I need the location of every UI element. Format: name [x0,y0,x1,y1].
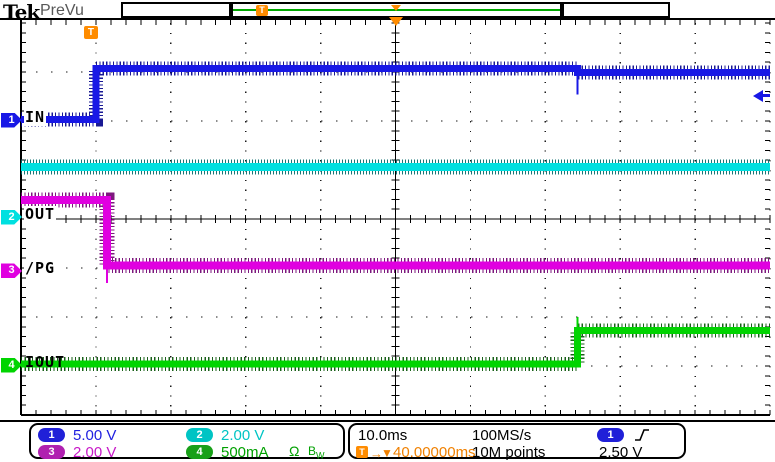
trigger-delay-icon: T [356,446,368,458]
ch3-badge: 3 [38,445,65,459]
plot-overlay: 1 IN 2 OUT 3/PG 4 IOUT T [0,0,775,420]
trigger-delay-readout: 40.00000ms [393,444,476,461]
sample-rate-readout: 100MS/s [472,427,532,444]
ch4-badge: 4 [186,445,213,459]
record-length-readout: 10M points [472,444,546,461]
channel-readouts-panel: 1 5.00 V 2 2.00 V 3 2.00 V 4 500mA Ω BW [29,423,345,462]
channel-4-label: IOUT [25,353,66,372]
ch4-scale: 500mA [221,444,269,461]
ch1-scale: 5.00 V [73,427,117,444]
ch1-badge: 1 [38,428,65,442]
oscilloscope-screen: Tek PreVu T 1 IN 2 OUT 3/PG 4 IOUT T 1 5.00 V 2… [0,0,775,462]
trigger-position-flag[interactable]: T [83,26,98,39]
trigger-delay-marker: ▼ [381,446,393,460]
rising-edge-icon [635,429,649,441]
timebase-readout: 10.0ms [358,427,408,444]
channel-3-marker[interactable]: 3 [1,263,22,279]
bottom-separator [0,420,775,422]
channel-2-marker[interactable]: 2 [1,209,22,225]
channel-1-label: IN [24,108,47,127]
impedance-badge: Ω [289,443,300,459]
trigger-level-arrow-tail [762,94,770,98]
channel-1-marker[interactable]: 1 [1,112,22,128]
horizontal-trigger-panel: 10.0ms 100MS/s 1 T → ▼ 40.00000ms 10M po… [348,423,686,461]
channel-3-label: /PG [24,258,57,277]
bandwidth-sub: W [316,450,325,461]
bandwidth-badge: BW [308,444,325,462]
channel-4-marker[interactable]: 4 [1,357,22,373]
ch2-badge: 2 [186,428,213,442]
ch2-scale: 2.00 V [221,427,265,444]
bandwidth-main: B [308,444,317,458]
trigger-source-badge: 1 [597,428,624,442]
expansion-point-marker[interactable] [388,17,403,26]
trigger-level-readout: 2.50 V [599,444,643,461]
channel-2-label: OUT [24,205,57,224]
ch3-scale: 2.00 V [73,444,117,461]
